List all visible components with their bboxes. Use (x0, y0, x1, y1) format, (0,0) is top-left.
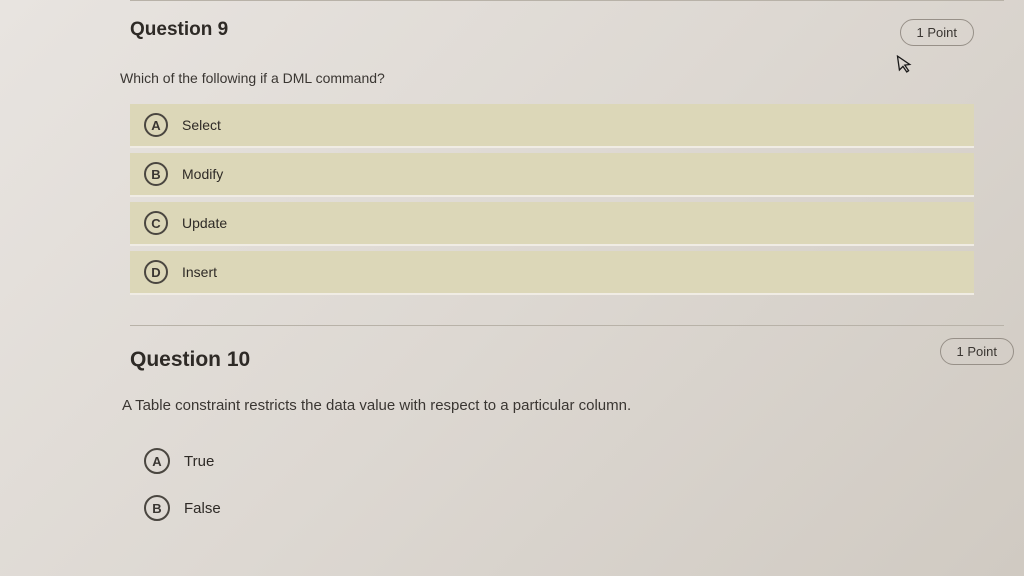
divider-mid (130, 325, 1004, 326)
option-letter-d: D (144, 260, 168, 284)
question-10-options: A True B False (130, 440, 974, 529)
option-text-a-q10: True (184, 453, 214, 470)
option-text-b-q10: False (184, 500, 221, 517)
question-10-block: Question 10 1 Point A Table constraint r… (130, 348, 974, 529)
question-10-prompt: A Table constraint restricts the data va… (122, 397, 974, 414)
option-text-c: Update (182, 215, 227, 231)
option-c[interactable]: C Update (130, 202, 974, 246)
question-10-points: 1 Point (940, 338, 1014, 365)
option-letter-b: B (144, 162, 168, 186)
option-letter-c: C (144, 211, 168, 235)
option-letter-b-q10: B (144, 495, 170, 521)
option-b-q10[interactable]: B False (130, 487, 974, 529)
option-a[interactable]: A Select (130, 104, 974, 148)
option-b[interactable]: B Modify (130, 153, 974, 197)
question-9-prompt: Which of the following if a DML command? (120, 70, 974, 86)
question-9-title: Question 9 (130, 19, 228, 41)
question-9-options: A Select B Modify C Update D Insert (130, 104, 974, 295)
question-10-title: Question 10 (130, 348, 250, 372)
option-text-d: Insert (182, 264, 217, 280)
question-9-points: 1 Point (900, 19, 974, 46)
option-letter-a: A (144, 113, 168, 137)
divider-top (130, 0, 1004, 1)
question-9-block: Question 9 1 Point Which of the followin… (130, 19, 974, 295)
option-d[interactable]: D Insert (130, 251, 974, 295)
option-text-b: Modify (182, 166, 223, 182)
option-text-a: Select (182, 117, 221, 133)
option-a-q10[interactable]: A True (130, 440, 974, 482)
option-letter-a-q10: A (144, 448, 170, 474)
question-9-header: Question 9 1 Point (130, 19, 974, 46)
question-10-header: Question 10 1 Point (130, 348, 974, 375)
